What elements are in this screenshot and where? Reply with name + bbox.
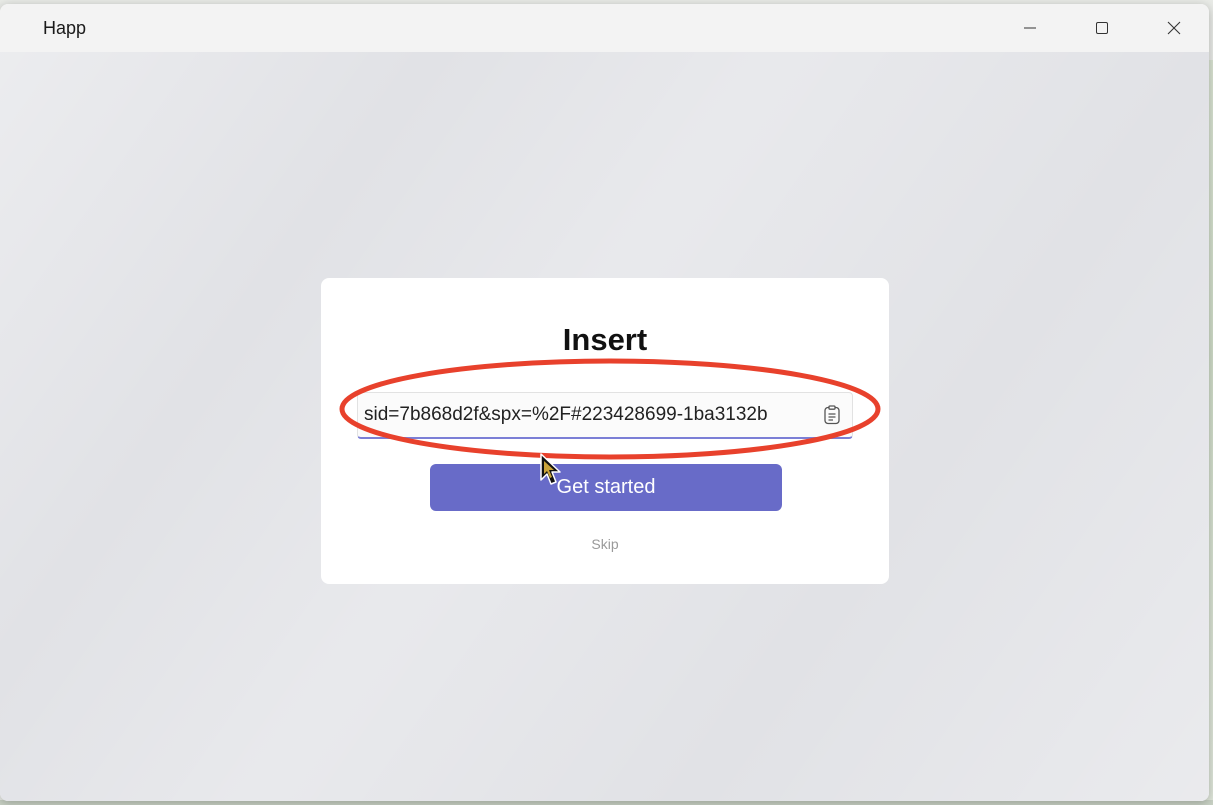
close-button[interactable] (1139, 4, 1209, 52)
url-field[interactable] (357, 392, 853, 439)
maximize-icon (1096, 22, 1108, 34)
maximize-button[interactable] (1067, 4, 1137, 52)
get-started-button[interactable]: Get started (430, 464, 782, 511)
skip-link[interactable]: Skip (321, 536, 889, 552)
title-bar[interactable]: Happ (0, 4, 1209, 52)
minimize-icon (1024, 27, 1036, 29)
app-content: Insert Get started Skip (0, 52, 1209, 801)
app-window: Happ Insert sid=7b868d2f&spx=%2F#2234286… (0, 4, 1209, 801)
insert-dialog: Insert Get started Skip (321, 278, 889, 584)
close-icon (1167, 21, 1181, 35)
minimize-button[interactable] (995, 4, 1065, 52)
url-input[interactable] (364, 393, 810, 437)
dialog-title: Insert (562, 322, 648, 357)
app-title: Happ (43, 18, 87, 38)
clipboard-icon (824, 405, 840, 425)
paste-button[interactable] (820, 403, 844, 427)
